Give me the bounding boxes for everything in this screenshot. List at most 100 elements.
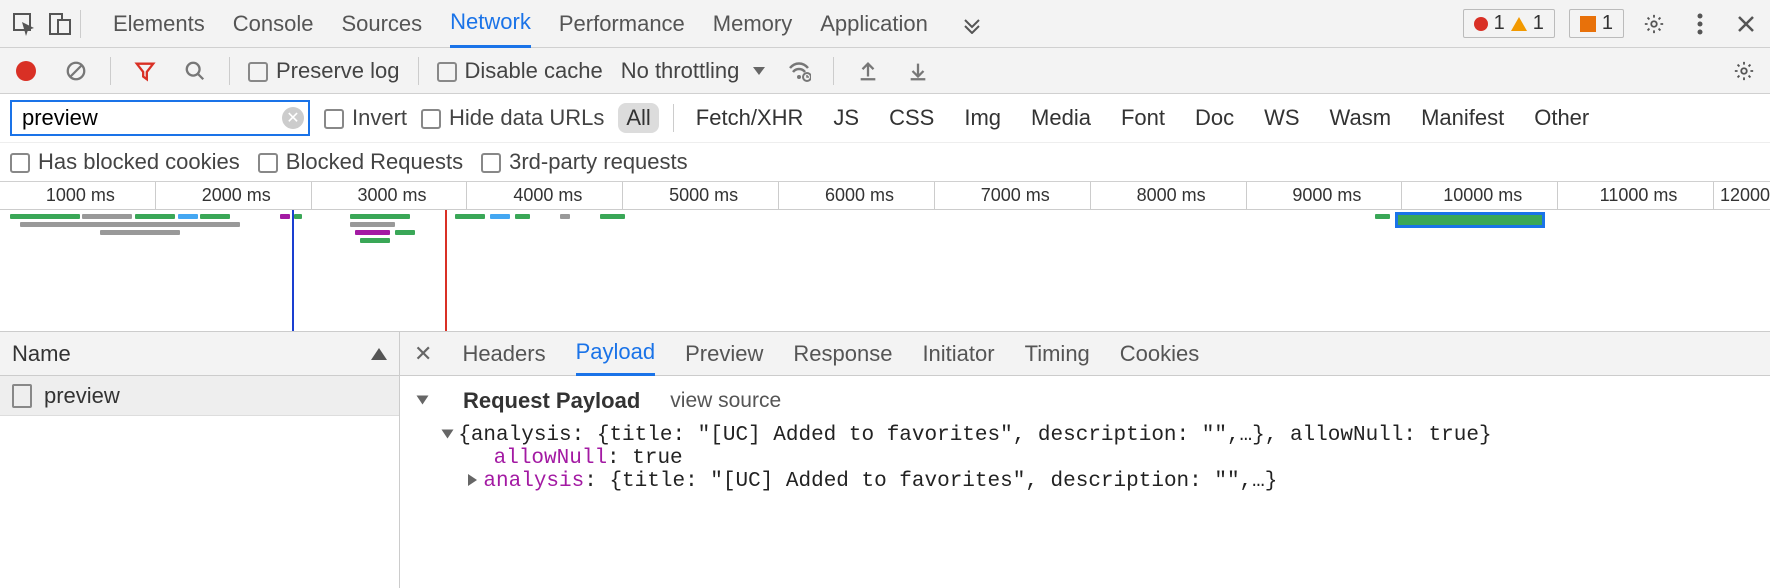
payload-line-analysis[interactable]: analysis: {title: "[UC] Added to favorit…	[418, 470, 1752, 493]
name-column-header[interactable]: Name	[0, 332, 399, 376]
type-filter-doc[interactable]: Doc	[1187, 103, 1242, 133]
third-party-checkbox[interactable]: 3rd-party requests	[481, 149, 688, 175]
filter-input[interactable]	[10, 100, 310, 136]
network-toolbar: Preserve log Disable cache No throttling	[0, 48, 1770, 94]
payload-line-root[interactable]: {analysis: {title: "[UC] Added to favori…	[418, 424, 1752, 447]
throttling-value: No throttling	[621, 58, 740, 84]
devtools-top-toolbar: Elements Console Sources Network Perform…	[0, 0, 1770, 48]
file-icon	[12, 384, 32, 408]
network-conditions-icon[interactable]	[783, 55, 815, 87]
close-devtools-icon[interactable]	[1730, 8, 1762, 40]
type-filter-font[interactable]: Font	[1113, 103, 1173, 133]
preserve-log-checkbox[interactable]: Preserve log	[248, 58, 400, 84]
domcontentloaded-line	[292, 210, 294, 332]
detail-tab-cookies[interactable]: Cookies	[1120, 332, 1199, 376]
type-filter-manifest[interactable]: Manifest	[1413, 103, 1512, 133]
tick: 4000 ms	[466, 182, 622, 209]
issue-icon	[1580, 16, 1596, 32]
section-disclosure[interactable]	[418, 390, 433, 413]
network-settings-icon[interactable]	[1728, 55, 1760, 87]
tab-memory[interactable]: Memory	[713, 0, 792, 48]
sort-ascending-icon	[371, 348, 387, 360]
separator	[833, 57, 834, 85]
separator	[110, 57, 111, 85]
tab-network[interactable]: Network	[450, 0, 531, 48]
request-detail-split: Name preview ✕ Headers Payload Preview R…	[0, 332, 1770, 588]
clear-icon[interactable]	[60, 55, 92, 87]
tick: 9000 ms	[1246, 182, 1402, 209]
name-column: Name preview	[0, 332, 400, 588]
error-warning-badge[interactable]: 1 1	[1463, 9, 1555, 38]
type-filter-other[interactable]: Other	[1526, 103, 1597, 133]
error-icon	[1474, 17, 1488, 31]
tab-application[interactable]: Application	[820, 0, 928, 48]
type-filter-ws[interactable]: WS	[1256, 103, 1307, 133]
settings-icon[interactable]	[1638, 8, 1670, 40]
tick: 10000 ms	[1401, 182, 1557, 209]
tick: 6000 ms	[778, 182, 934, 209]
hide-data-urls-checkbox[interactable]: Hide data URLs	[421, 105, 604, 131]
detail-tab-headers[interactable]: Headers	[462, 332, 545, 376]
throttling-select[interactable]: No throttling	[621, 58, 766, 84]
type-filter-media[interactable]: Media	[1023, 103, 1099, 133]
payload-body: Request Payload view source {analysis: {…	[400, 376, 1770, 505]
panel-tabs: Elements Console Sources Network Perform…	[113, 0, 1459, 48]
request-row[interactable]: preview	[0, 376, 399, 416]
type-filter-all[interactable]: All	[618, 103, 658, 133]
load-line	[445, 210, 447, 332]
toggle-device-icon[interactable]	[44, 8, 76, 40]
tick: 7000 ms	[934, 182, 1090, 209]
detail-tab-preview[interactable]: Preview	[685, 332, 763, 376]
tab-console[interactable]: Console	[233, 0, 314, 48]
detail-tab-initiator[interactable]: Initiator	[922, 332, 994, 376]
type-filter-js[interactable]: JS	[825, 103, 867, 133]
type-filter-img[interactable]: Img	[956, 103, 1009, 133]
separator	[80, 10, 81, 38]
top-right-controls: 1 1 1	[1463, 8, 1762, 40]
view-source-link[interactable]: view source	[670, 389, 781, 413]
payload-section-title: Request Payload	[463, 388, 640, 414]
clear-filter-icon[interactable]: ✕	[282, 107, 304, 129]
type-filter-fetch[interactable]: Fetch/XHR	[688, 103, 812, 133]
error-count: 1	[1494, 12, 1505, 35]
timeline-body	[0, 210, 1770, 332]
disable-cache-checkbox[interactable]: Disable cache	[437, 58, 603, 84]
tree-disclosure-icon	[468, 474, 477, 486]
search-icon[interactable]	[179, 55, 211, 87]
name-header-label: Name	[12, 341, 71, 367]
tick: 3000 ms	[311, 182, 467, 209]
detail-tab-payload[interactable]: Payload	[576, 332, 656, 376]
upload-har-icon[interactable]	[852, 55, 884, 87]
separator	[229, 57, 230, 85]
tab-elements[interactable]: Elements	[113, 0, 205, 48]
chevron-down-icon	[753, 67, 765, 75]
separator	[418, 57, 419, 85]
type-filter-wasm[interactable]: Wasm	[1322, 103, 1400, 133]
filter-input-wrap: ✕	[10, 100, 310, 136]
tree-disclosure-icon	[442, 430, 454, 439]
blocked-cookies-checkbox[interactable]: Has blocked cookies	[10, 149, 240, 175]
tab-performance[interactable]: Performance	[559, 0, 685, 48]
filter-icon[interactable]	[129, 55, 161, 87]
detail-tab-response[interactable]: Response	[793, 332, 892, 376]
detail-tab-timing[interactable]: Timing	[1025, 332, 1090, 376]
tab-sources[interactable]: Sources	[341, 0, 422, 48]
type-filter-css[interactable]: CSS	[881, 103, 942, 133]
overview-timeline[interactable]: 1000 ms 2000 ms 3000 ms 4000 ms 5000 ms …	[0, 182, 1770, 332]
kebab-menu-icon[interactable]	[1684, 8, 1716, 40]
tick: 8000 ms	[1090, 182, 1246, 209]
tick: 5000 ms	[622, 182, 778, 209]
inspect-element-icon[interactable]	[8, 8, 40, 40]
timeline-ticks: 1000 ms 2000 ms 3000 ms 4000 ms 5000 ms …	[0, 182, 1770, 210]
filter-bar: ✕ Invert Hide data URLs All Fetch/XHR JS…	[0, 94, 1770, 143]
close-detail-icon[interactable]: ✕	[414, 341, 432, 367]
detail-pane: ✕ Headers Payload Preview Response Initi…	[400, 332, 1770, 588]
blocked-requests-checkbox[interactable]: Blocked Requests	[258, 149, 463, 175]
download-har-icon[interactable]	[902, 55, 934, 87]
more-tabs-icon[interactable]	[956, 8, 988, 40]
record-button[interactable]	[10, 55, 42, 87]
tick: 1000 ms	[0, 182, 155, 209]
issues-badge[interactable]: 1	[1569, 9, 1624, 38]
invert-checkbox[interactable]: Invert	[324, 105, 407, 131]
payload-line-allownull[interactable]: allowNull: true	[418, 447, 1752, 470]
